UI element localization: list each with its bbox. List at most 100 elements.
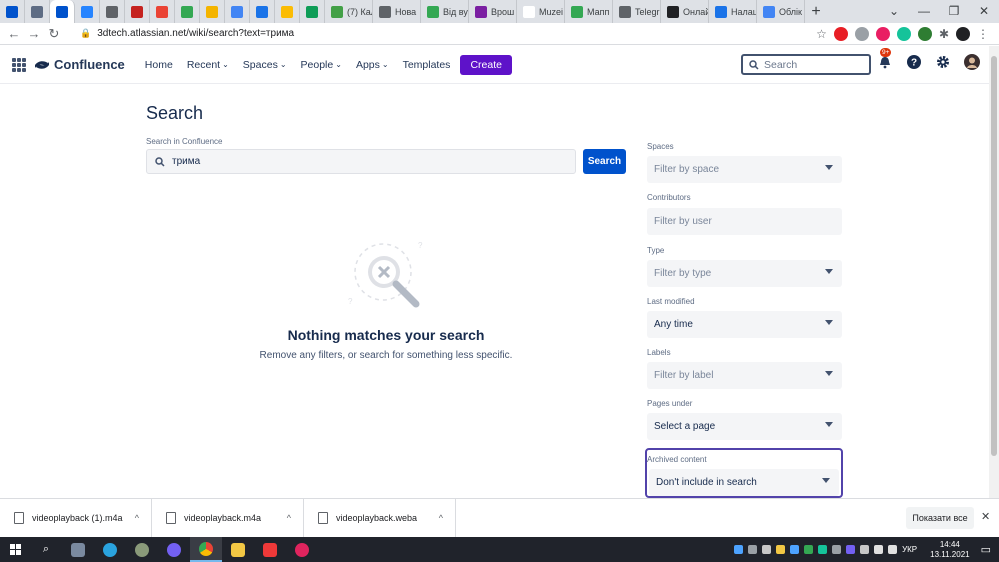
nav-item-home[interactable]: Home [145, 59, 173, 71]
nav-item-people[interactable]: People ⌄ [301, 59, 342, 71]
app-switcher-icon[interactable] [12, 57, 26, 72]
browser-tab[interactable]: Облік [757, 0, 805, 23]
taskbar-app-chrome-icon[interactable] [190, 537, 222, 562]
browser-tab[interactable] [150, 0, 175, 23]
maximize-button[interactable]: ❐ [939, 0, 969, 23]
file-icon [166, 512, 176, 524]
tab-search-icon[interactable]: ⌄ [879, 0, 909, 23]
user-avatar[interactable] [964, 54, 980, 70]
network-icon[interactable] [888, 545, 898, 554]
nav-item-templates[interactable]: Templates [403, 59, 451, 71]
bluetooth-icon[interactable] [790, 545, 800, 554]
notification-center-icon[interactable]: ▭ [981, 543, 991, 556]
taskbar-app-calculator-icon[interactable] [62, 537, 94, 562]
search-input[interactable]: трима [146, 149, 576, 174]
browser-tab[interactable] [250, 0, 275, 23]
taskbar-search-icon[interactable]: ⌕ [30, 537, 62, 562]
back-button[interactable]: ← [4, 26, 24, 41]
browser-tab[interactable]: Нова [373, 0, 421, 23]
tray-app-icon[interactable] [846, 545, 856, 554]
tray-app-icon[interactable] [832, 545, 842, 554]
show-all-downloads-button[interactable]: Показати все [906, 507, 974, 529]
download-item[interactable]: videoplayback.weba ^ [304, 498, 456, 538]
grammarly-extension-icon[interactable] [896, 26, 911, 41]
input-language[interactable]: УКР [902, 545, 917, 554]
chevron-up-icon[interactable]: ^ [135, 513, 139, 523]
nav-item-spaces[interactable]: Spaces ⌄ [243, 59, 287, 71]
scrollbar-thumb[interactable] [991, 56, 997, 456]
confluence-logo[interactable]: Confluence [34, 57, 125, 72]
tray-app-icon[interactable] [776, 545, 786, 554]
browser-tab[interactable] [0, 0, 25, 23]
new-tab-button[interactable]: + [805, 3, 827, 21]
profile-avatar-icon[interactable] [956, 26, 970, 41]
reload-button[interactable]: ↻ [44, 26, 64, 42]
taskbar-app-vivaldi-icon[interactable] [254, 537, 286, 562]
minimize-button[interactable]: — [909, 0, 939, 23]
browser-tab[interactable] [225, 0, 250, 23]
header-search-input[interactable]: Search [741, 54, 871, 75]
browser-tab[interactable]: Telegr [613, 0, 661, 23]
taskbar-app-viber-icon[interactable] [158, 537, 190, 562]
browser-tab[interactable]: Мапп [565, 0, 613, 23]
vpn-extension-icon[interactable] [917, 26, 932, 41]
browser-tab[interactable] [300, 0, 325, 23]
create-button[interactable]: Create [460, 54, 512, 75]
tray-app-icon[interactable] [804, 545, 814, 554]
nav-item-recent[interactable]: Recent ⌄ [187, 59, 229, 71]
taskbar-app-tools-icon[interactable] [126, 537, 158, 562]
filter-pages-under-select[interactable]: Select a page [647, 413, 842, 440]
browser-tab[interactable] [100, 0, 125, 23]
browser-tab[interactable]: Налаш [709, 0, 757, 23]
system-clock[interactable]: 14:44 13.11.2021 [930, 540, 969, 560]
chrome-menu-icon[interactable]: ⋮ [977, 27, 989, 41]
search-button[interactable]: Search [583, 149, 626, 174]
puzzle-extensions-icon[interactable]: ✱ [939, 27, 949, 41]
page-scrollbar[interactable] [989, 46, 999, 498]
download-item[interactable]: videoplayback (1).m4a ^ [0, 498, 152, 538]
help-button[interactable]: ? [906, 54, 922, 70]
filter-value: Filter by type [654, 268, 712, 279]
filter-spaces-select[interactable]: Filter by space [647, 156, 842, 183]
browser-tab[interactable] [50, 0, 75, 23]
chevron-up-icon[interactable]: ^ [439, 513, 443, 523]
browser-tab[interactable] [25, 0, 50, 23]
browser-tab[interactable] [200, 0, 225, 23]
tray-app-icon[interactable] [762, 545, 772, 554]
tray-app-icon[interactable] [734, 545, 744, 554]
taskbar-app-recorder-icon[interactable] [286, 537, 318, 562]
taskbar-app-explorer-icon[interactable] [222, 537, 254, 562]
browser-tab[interactable]: Muzei [517, 0, 565, 23]
volume-icon[interactable] [874, 545, 884, 554]
filter-last-modified-select[interactable]: Any time [647, 311, 842, 338]
browser-tab[interactable]: (7) Кал [325, 0, 373, 23]
filter-contributors-select[interactable]: Filter by user [647, 208, 842, 235]
omnibox[interactable]: 🔒 3dtech.atlassian.net/wiki/search?text=… [74, 25, 774, 43]
notifications-button[interactable]: 9+ [877, 48, 893, 70]
browser-tab[interactable] [125, 0, 150, 23]
close-window-button[interactable]: ✕ [969, 0, 999, 23]
browser-tab[interactable] [175, 0, 200, 23]
browser-tab[interactable]: Онлай [661, 0, 709, 23]
globe-extension-icon[interactable] [854, 26, 869, 41]
nav-item-apps[interactable]: Apps ⌄ [356, 59, 389, 71]
settings-button[interactable] [935, 54, 951, 70]
record-extension-icon[interactable] [875, 26, 890, 41]
close-download-bar-icon[interactable]: ✕ [981, 510, 990, 523]
chevron-up-icon[interactable]: ^ [287, 513, 291, 523]
chevron-up-icon[interactable] [860, 545, 870, 554]
filter-type-select[interactable]: Filter by type [647, 260, 842, 287]
opera-extension-icon[interactable] [833, 26, 848, 41]
tray-app-icon[interactable] [748, 545, 758, 554]
browser-tab[interactable]: Від ву [421, 0, 469, 23]
taskbar-app-telegram-icon[interactable] [94, 537, 126, 562]
browser-tab[interactable] [75, 0, 100, 23]
filter-labels-select[interactable]: Filter by label [647, 362, 842, 389]
forward-button[interactable]: → [24, 26, 44, 41]
start-button[interactable] [0, 544, 30, 555]
browser-tab[interactable] [275, 0, 300, 23]
browser-tab[interactable]: Врош [469, 0, 517, 23]
bookmark-star-icon[interactable]: ☆ [816, 27, 827, 41]
download-item[interactable]: videoplayback.m4a ^ [152, 498, 304, 538]
tray-app-icon[interactable] [818, 545, 828, 554]
